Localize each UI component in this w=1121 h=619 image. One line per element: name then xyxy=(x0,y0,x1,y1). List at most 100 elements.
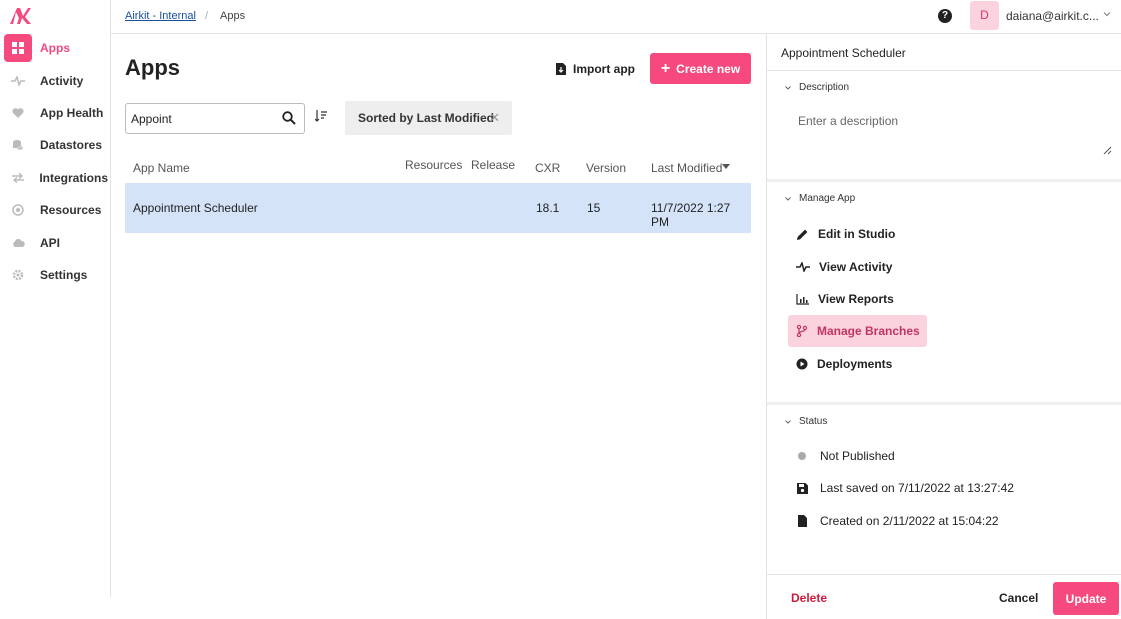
sidebar-item-integrations[interactable]: Integrations xyxy=(4,164,108,192)
import-app-label: Import app xyxy=(573,62,635,76)
column-header-release[interactable]: Release xyxy=(471,158,515,172)
help-icon[interactable]: ? xyxy=(938,9,952,23)
app-details-panel: Appointment Scheduler Description Manage… xyxy=(766,34,1121,619)
sidebar-item-settings[interactable]: Settings xyxy=(4,261,108,289)
divider xyxy=(767,574,1121,575)
datastore-icon xyxy=(4,131,32,159)
cell-version: 15 xyxy=(587,201,601,215)
play-icon xyxy=(796,358,808,370)
menu-item-label: View Activity xyxy=(819,260,893,274)
section-title: Description xyxy=(799,82,850,93)
sidebar-item-api[interactable]: API xyxy=(4,229,108,257)
sidebar-item-label: Integrations xyxy=(39,171,108,185)
import-app-button[interactable]: Import app xyxy=(556,58,635,80)
chevron-down-icon[interactable] xyxy=(1101,8,1113,20)
close-icon[interactable]: ✕ xyxy=(489,110,500,126)
view-reports-button[interactable]: View Reports xyxy=(788,283,927,315)
edit-in-studio-button[interactable]: Edit in Studio xyxy=(788,218,927,250)
sidebar-item-label: Settings xyxy=(40,268,88,282)
column-header-last-modified[interactable]: Last Modified xyxy=(651,161,722,175)
sidebar-item-label: Activity xyxy=(40,74,84,88)
status-last-saved: Last saved on 7/11/2022 at 13:27:42 xyxy=(796,480,1014,496)
sidebar: Apps Activity App Health Datastores Inte… xyxy=(0,0,111,597)
pencil-icon xyxy=(797,229,808,240)
description-textarea[interactable] xyxy=(784,106,1115,158)
status-label: Not Published xyxy=(820,449,895,463)
menu-item-label: Edit in Studio xyxy=(818,227,896,241)
sidebar-item-apps[interactable]: Apps xyxy=(4,34,108,62)
sidebar-item-label: API xyxy=(40,236,61,250)
search-box xyxy=(125,103,305,134)
sidebar-item-label: Resources xyxy=(40,203,102,217)
branch-icon xyxy=(796,325,808,337)
column-header-app-name[interactable]: App Name xyxy=(133,161,190,175)
view-activity-button[interactable]: View Activity xyxy=(788,251,927,283)
airkit-logo[interactable] xyxy=(8,6,32,26)
activity-icon xyxy=(796,262,810,272)
section-title: Manage App xyxy=(799,193,856,204)
search-input[interactable] xyxy=(131,112,271,126)
status-label: Last saved on 7/11/2022 at 13:27:42 xyxy=(820,481,1014,495)
sidebar-item-resources[interactable]: Resources xyxy=(4,196,108,224)
file-icon xyxy=(796,515,808,527)
cloud-icon xyxy=(4,229,32,257)
chevron-down-icon xyxy=(785,85,791,90)
cell-app-name: Appointment Scheduler xyxy=(133,201,258,215)
section-header-description[interactable]: Description xyxy=(784,82,849,93)
search-icon[interactable] xyxy=(282,111,296,125)
activity-icon xyxy=(4,67,32,95)
resources-icon xyxy=(4,196,32,224)
menu-item-label: View Reports xyxy=(818,292,894,306)
divider xyxy=(767,402,1121,405)
sidebar-item-label: Datastores xyxy=(40,138,103,152)
deployments-button[interactable]: Deployments xyxy=(788,348,927,380)
resize-handle-icon[interactable] xyxy=(1103,146,1112,155)
divider xyxy=(767,179,1121,182)
sort-descending-icon[interactable] xyxy=(722,164,730,169)
status-label: Created on 2/11/2022 at 15:04:22 xyxy=(820,514,999,528)
top-bar: Airkit - Internal / Apps ? D daiana@airk… xyxy=(111,0,1121,34)
chevron-down-icon xyxy=(785,419,791,424)
divider xyxy=(767,70,1121,71)
integrations-icon xyxy=(4,164,31,192)
cancel-button[interactable]: Cancel xyxy=(999,591,1038,605)
apps-icon xyxy=(4,34,32,62)
chart-icon xyxy=(796,293,809,305)
column-header-version[interactable]: Version xyxy=(586,161,626,175)
section-header-status[interactable]: Status xyxy=(784,416,827,427)
column-header-cxr[interactable]: CXR xyxy=(535,161,560,175)
column-header-resources[interactable]: Resources xyxy=(405,158,462,172)
create-new-button[interactable]: + Create new xyxy=(650,53,751,84)
section-header-manage-app[interactable]: Manage App xyxy=(784,193,855,204)
status-created: Created on 2/11/2022 at 15:04:22 xyxy=(796,513,999,529)
breadcrumb-current: Apps xyxy=(220,10,246,22)
cell-last-modified: 11/7/2022 1:27 PM xyxy=(651,201,731,229)
sidebar-item-datastores[interactable]: Datastores xyxy=(4,131,108,159)
manage-branches-button[interactable]: Manage Branches xyxy=(788,315,927,347)
status-dot-icon xyxy=(796,452,808,460)
breadcrumb-parent-link[interactable]: Airkit - Internal xyxy=(125,10,196,22)
delete-button[interactable]: Delete xyxy=(791,591,827,605)
breadcrumb-separator: / xyxy=(205,10,209,22)
save-icon xyxy=(796,482,808,494)
heart-icon xyxy=(4,99,32,127)
sort-chip: Sorted by Last Modified ✕ xyxy=(345,101,512,135)
page-title: Apps xyxy=(125,55,180,80)
plus-icon: + xyxy=(660,59,671,77)
section-title: Status xyxy=(799,416,828,427)
panel-title: Appointment Scheduler xyxy=(781,46,906,60)
sidebar-item-app-health[interactable]: App Health xyxy=(4,99,108,127)
status-published: Not Published xyxy=(796,448,895,464)
gear-icon xyxy=(4,261,32,289)
sidebar-item-activity[interactable]: Activity xyxy=(4,67,108,95)
cell-cxr: 18.1 xyxy=(536,201,560,215)
table-row[interactable]: Appointment Scheduler 18.1 15 11/7/2022 … xyxy=(125,183,751,233)
chevron-down-icon xyxy=(785,196,791,201)
update-button[interactable]: Update xyxy=(1053,582,1119,615)
create-new-label: Create new xyxy=(676,61,741,76)
sidebar-item-label: App Health xyxy=(40,106,104,120)
menu-item-label: Deployments xyxy=(817,357,893,371)
user-email[interactable]: daiana@airkit.c... xyxy=(1006,9,1099,23)
sort-icon[interactable] xyxy=(315,110,327,122)
avatar[interactable]: D xyxy=(970,1,999,30)
